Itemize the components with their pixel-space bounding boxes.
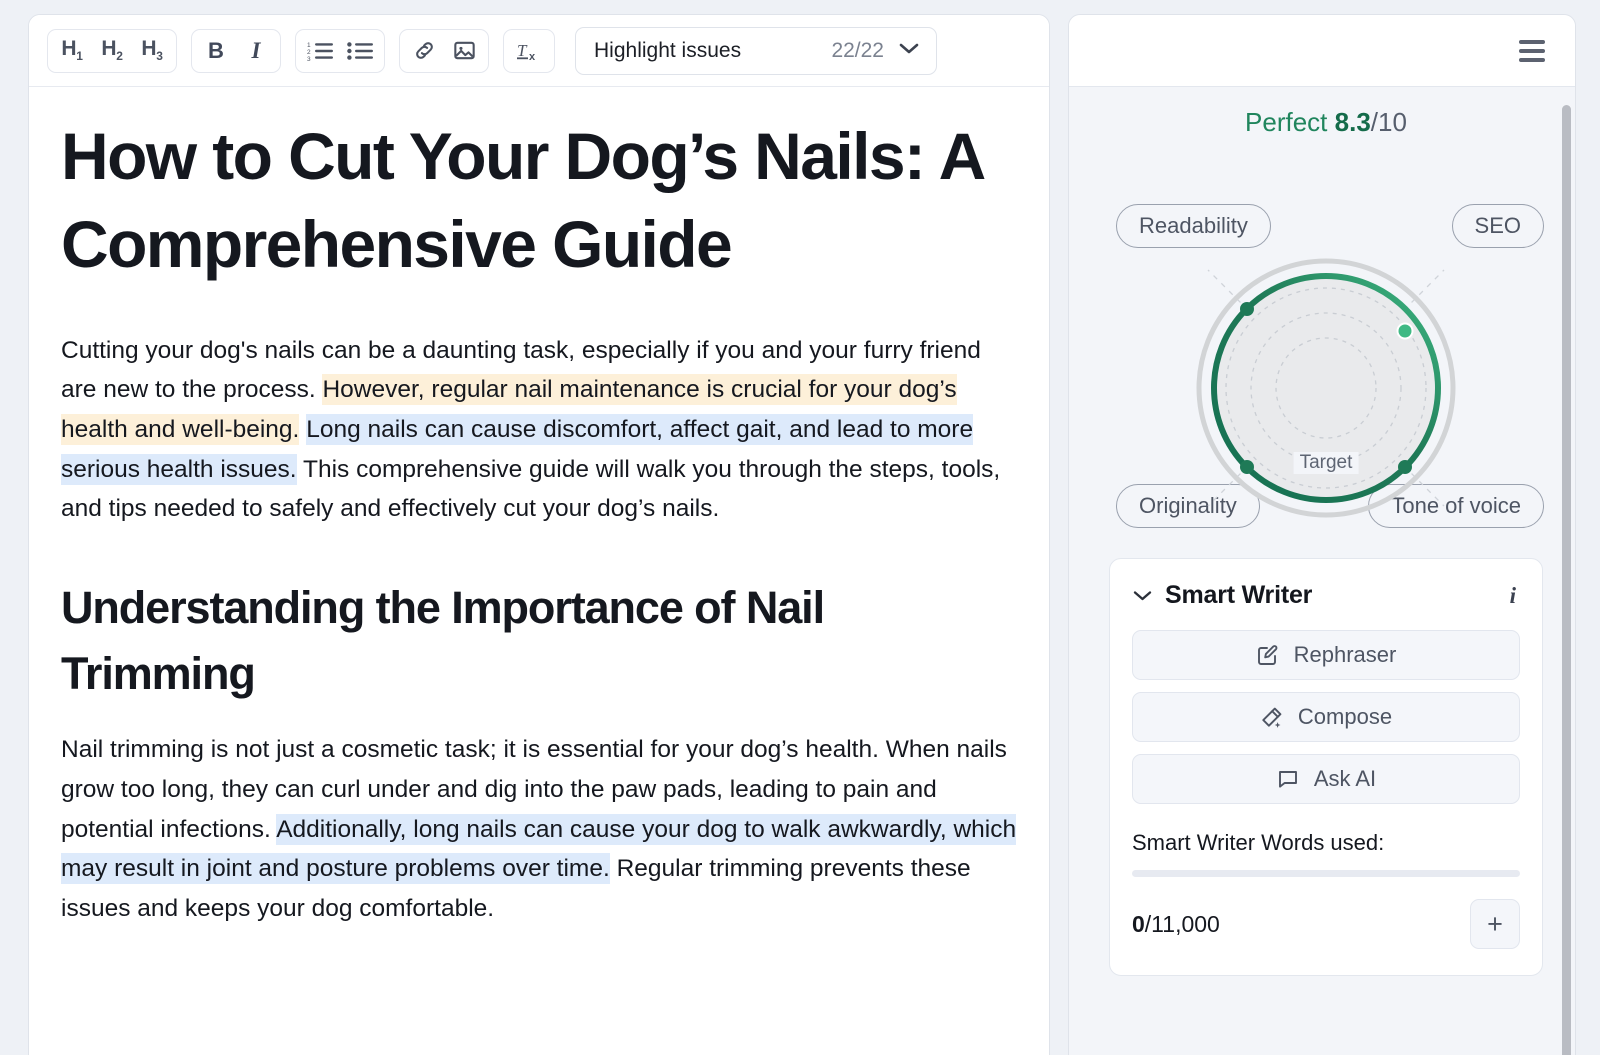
clear-formatting-button[interactable]: T x (508, 32, 550, 70)
h3-button[interactable]: H3 (132, 32, 172, 70)
compose-button[interactable]: Compose (1132, 692, 1520, 742)
radar-point-readability (1240, 302, 1254, 316)
burger-line (1519, 39, 1545, 44)
bold-button[interactable]: B (196, 32, 236, 70)
document-body[interactable]: How to Cut Your Dog’s Nails: A Comprehen… (29, 87, 1049, 1055)
smart-writer-progress-bar (1132, 870, 1520, 877)
seo-pill[interactable]: SEO (1451, 204, 1544, 248)
seo-pill-label: SEO (1474, 213, 1521, 238)
quality-radar-chart: Readability SEO Originality Tone of voic… (1116, 146, 1544, 536)
h2-button[interactable]: H2 (92, 32, 132, 70)
smart-writer-usage: 0/11,000 (1132, 911, 1470, 938)
smart-writer-title: Smart Writer (1165, 581, 1313, 609)
document-title: How to Cut Your Dog’s Nails: A Comprehen… (61, 119, 984, 281)
smart-writer-card: Smart Writer i Rephraser Compose Ask AI … (1109, 558, 1543, 976)
radar-point-seo (1398, 324, 1412, 338)
paragraph-intro: Cutting your dog's nails can be a daunti… (61, 331, 1019, 529)
ordered-list-button[interactable]: 1 2 3 (300, 32, 340, 70)
radar-target-label: Target (1293, 452, 1359, 474)
bullet-list-icon (347, 40, 373, 62)
italic-button[interactable]: I (236, 32, 276, 70)
text-style-group: B I (191, 28, 281, 73)
highlight-issues-select[interactable]: Highlight issues 22/22 (575, 26, 937, 75)
italic-label: I (251, 37, 261, 63)
smart-writer-words-label: Smart Writer Words used: (1132, 830, 1385, 855)
h1-sub: 1 (76, 49, 83, 64)
h1-label: H (61, 37, 77, 61)
radar-point-originality (1240, 460, 1254, 474)
rephraser-button[interactable]: Rephraser (1132, 630, 1520, 680)
smart-writer-footer: 0/11,000 + (1132, 899, 1520, 949)
hamburger-menu-icon[interactable] (1513, 34, 1551, 68)
image-icon (452, 38, 477, 63)
side-panel-body: Perfect 8.3/10 Readability SEO Originali… (1069, 87, 1575, 1055)
svg-text:x: x (529, 51, 536, 63)
burger-line (1519, 57, 1545, 62)
editor-panel: H1 H2 H3 B I 1 2 3 T x Highlight issues … (28, 14, 1050, 1055)
readability-pill[interactable]: Readability (1116, 204, 1271, 248)
plus-icon: + (1487, 908, 1503, 939)
ask-ai-label: Ask AI (1313, 766, 1377, 791)
link-icon (412, 38, 437, 63)
compose-label: Compose (1297, 704, 1393, 729)
add-words-button[interactable]: + (1470, 899, 1520, 949)
h3-label: H (141, 37, 157, 61)
clear-formatting-icon: T x (515, 39, 543, 63)
clear-format-group: T x (503, 28, 555, 73)
h2-sub: 2 (116, 49, 123, 64)
highlight-issues-label: Highlight issues (594, 38, 742, 62)
words-limit: /11,000 (1144, 910, 1220, 937)
svg-text:2: 2 (307, 49, 311, 56)
radar-svg (1196, 258, 1456, 518)
svg-text:1: 1 (307, 42, 311, 49)
svg-text:T: T (517, 41, 528, 60)
h3-sub: 3 (156, 49, 163, 64)
info-icon[interactable]: i (1506, 583, 1520, 609)
words-used: 0 (1132, 910, 1145, 937)
h2-label: H (101, 37, 117, 61)
chat-bubble-icon (1276, 767, 1300, 791)
score-word: Perfect (1245, 107, 1328, 137)
score-denominator: /10 (1370, 107, 1407, 137)
magic-wand-icon (1260, 705, 1284, 729)
readability-pill-label: Readability (1139, 213, 1248, 238)
edit-square-icon (1256, 643, 1280, 667)
editor-toolbar: H1 H2 H3 B I 1 2 3 T x Highlight issues … (29, 15, 1049, 87)
side-panel: Perfect 8.3/10 Readability SEO Originali… (1068, 14, 1576, 1055)
svg-text:3: 3 (307, 56, 311, 62)
h1-button[interactable]: H1 (52, 32, 92, 70)
ask-ai-button[interactable]: Ask AI (1132, 754, 1520, 804)
smart-writer-header: Smart Writer i (1132, 581, 1520, 610)
paragraph-importance: Nail trimming is not just a cosmetic tas… (61, 730, 1019, 928)
bold-label: B (208, 37, 224, 63)
burger-line (1519, 48, 1545, 53)
app-root: H1 H2 H3 B I 1 2 3 T x Highlight issues … (0, 0, 1600, 1055)
side-panel-scrollbar[interactable] (1562, 105, 1571, 1055)
bullet-list-button[interactable] (340, 32, 380, 70)
radar-point-tone-of-voice (1398, 460, 1412, 474)
chevron-down-icon[interactable] (1132, 589, 1153, 602)
image-button[interactable] (444, 32, 484, 70)
list-group: 1 2 3 (295, 28, 385, 73)
side-panel-header (1069, 15, 1575, 87)
heading-button-group: H1 H2 H3 (47, 28, 177, 73)
chevron-down-icon (898, 41, 920, 60)
insert-group (399, 28, 489, 73)
rephraser-label: Rephraser (1293, 642, 1397, 667)
highlight-issues-count: 22/22 (831, 38, 884, 62)
link-button[interactable] (404, 32, 444, 70)
document-heading-2: Understanding the Importance of Nail Tri… (61, 581, 825, 699)
ordered-list-icon: 1 2 3 (307, 40, 333, 62)
score-value: 8.3 (1334, 107, 1371, 137)
overall-score: Perfect 8.3/10 (1109, 107, 1543, 138)
